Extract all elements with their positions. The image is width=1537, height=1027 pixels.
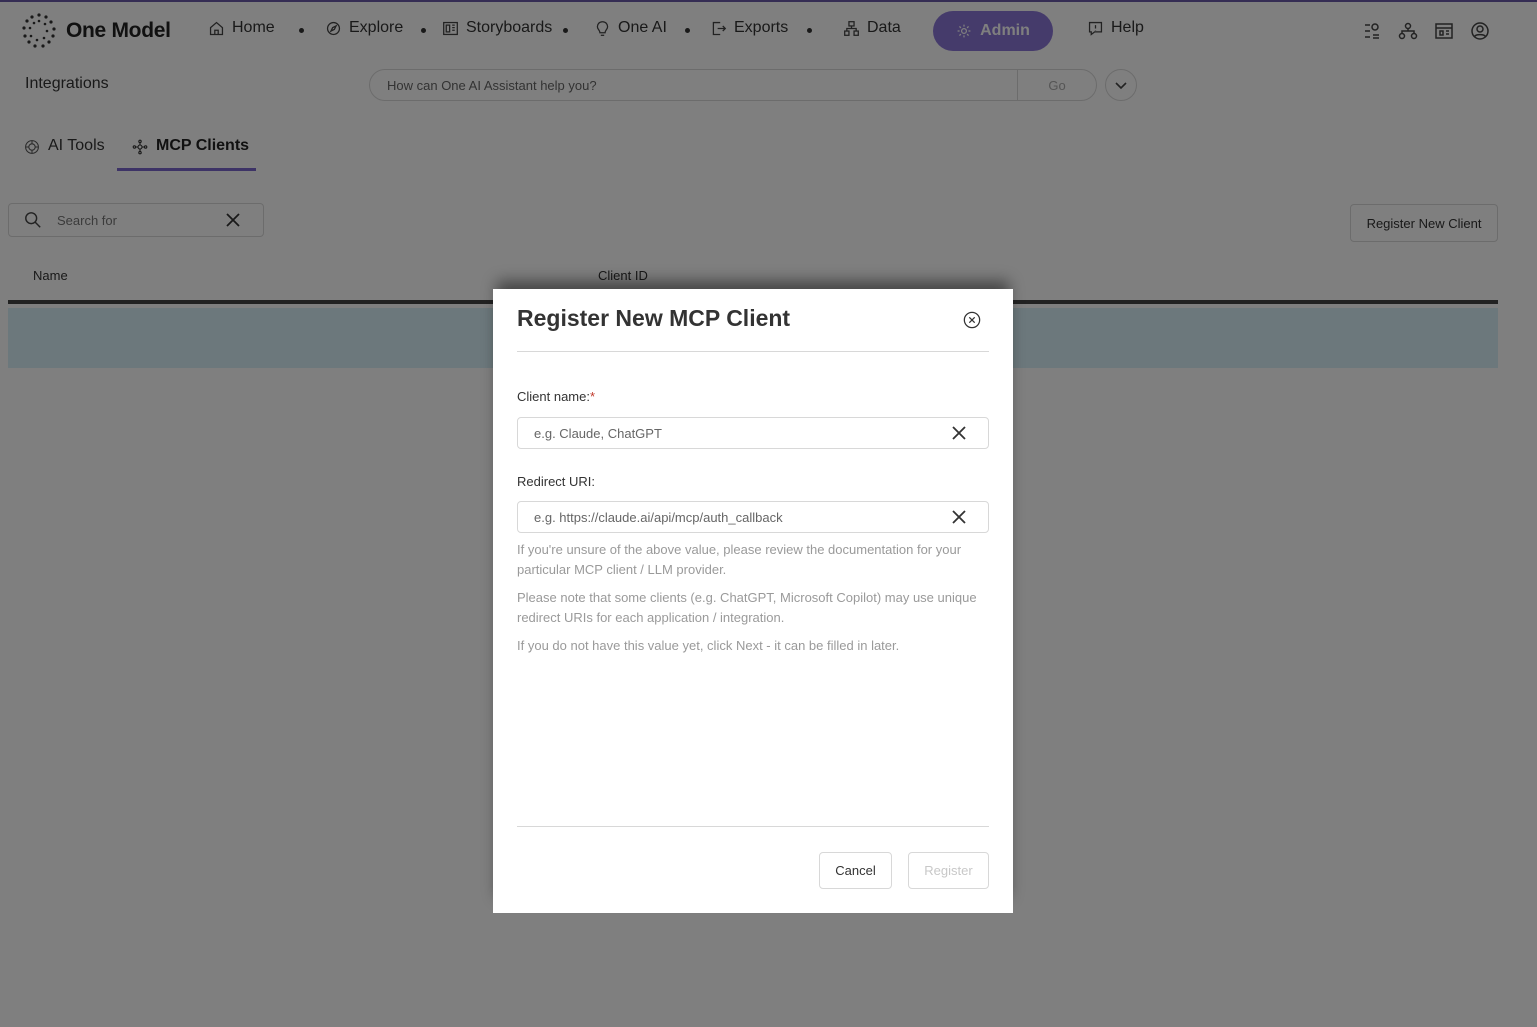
register-mcp-client-dialog: Register New MCP Client Client name:* e.…	[493, 289, 1013, 913]
required-marker: *	[589, 389, 596, 404]
help-text-2: Please note that some clients (e.g. Chat…	[517, 590, 977, 625]
client-name-field[interactable]: e.g. Claude, ChatGPT	[517, 417, 989, 449]
client-name-input[interactable]: e.g. Claude, ChatGPT	[518, 426, 951, 441]
redirect-uri-field[interactable]: e.g. https://claude.ai/api/mcp/auth_call…	[517, 501, 989, 533]
client-name-label: Client name:*	[517, 389, 595, 404]
clear-client-name-icon[interactable]	[951, 425, 967, 441]
redirect-uri-input[interactable]: e.g. https://claude.ai/api/mcp/auth_call…	[518, 510, 951, 525]
divider	[517, 826, 989, 827]
cancel-button[interactable]: Cancel	[819, 852, 892, 889]
redirect-uri-label: Redirect URI:	[517, 474, 596, 489]
clear-redirect-uri-icon[interactable]	[951, 509, 967, 525]
register-button[interactable]: Register	[908, 852, 989, 889]
divider	[517, 351, 989, 352]
close-icon[interactable]	[963, 311, 981, 329]
dialog-title: Register New MCP Client	[517, 305, 791, 331]
help-text-3: If you do not have this value yet, click…	[517, 638, 900, 653]
client-name-label-text: Client name:	[517, 389, 590, 404]
help-text-1: If you're unsure of the above value, ple…	[517, 542, 962, 577]
